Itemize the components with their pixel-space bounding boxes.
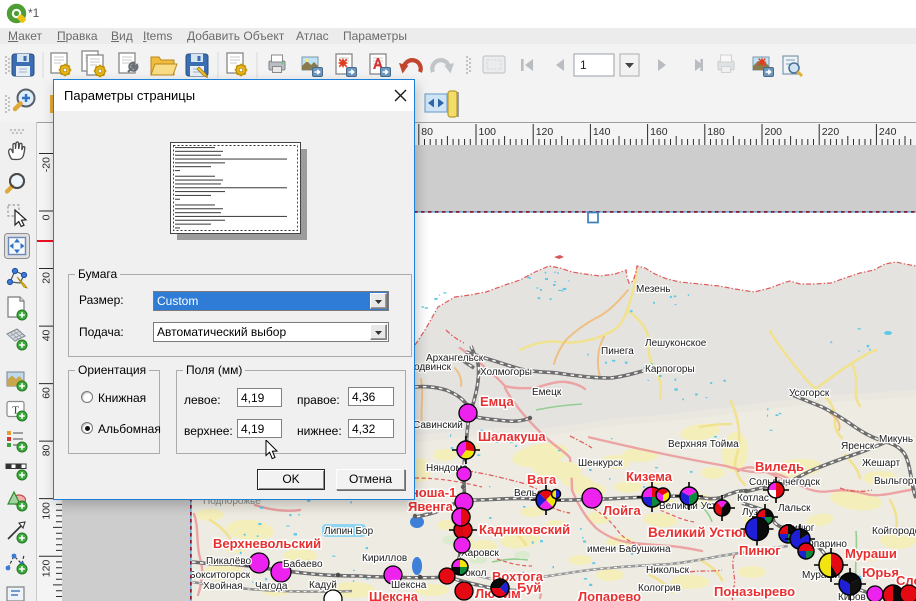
svg-text:240: 240	[879, 126, 897, 138]
svg-text:Юрья: Юрья	[862, 565, 899, 580]
svg-text:Сольвычегодск: Сольвычегодск	[749, 477, 820, 488]
svg-text:Шенкурск: Шенкурск	[578, 458, 623, 469]
svg-text:140: 140	[593, 126, 611, 138]
svg-text:Пинюг: Пинюг	[739, 543, 781, 558]
svg-text:180: 180	[707, 126, 725, 138]
svg-text:Лешуконское: Лешуконское	[645, 338, 707, 349]
svg-text:Шексна: Шексна	[369, 589, 419, 601]
svg-text:Кизема: Кизема	[626, 469, 673, 484]
svg-text:Микунь: Микунь	[879, 434, 913, 445]
svg-text:80: 80	[41, 444, 53, 456]
svg-text:Выльгорт: Выльгорт	[874, 476, 916, 487]
svg-text:Хвойная: Хвойная	[203, 581, 243, 592]
svg-text:Кологрив: Кологрив	[638, 583, 681, 594]
svg-text:100: 100	[479, 126, 497, 138]
svg-text:Верхняя Тойма: Верхняя Тойма	[668, 439, 739, 450]
svg-text:Великий Устюг: Великий Устюг	[648, 525, 748, 540]
svg-text:200: 200	[765, 126, 783, 138]
svg-text:Никольск: Никольск	[646, 565, 690, 576]
svg-text:20: 20	[41, 272, 53, 284]
svg-text:Пикалёво: Пикалёво	[206, 556, 252, 567]
svg-text:0: 0	[41, 214, 53, 220]
svg-text:Кадуй: Кадуй	[309, 580, 337, 591]
svg-text:-20: -20	[41, 157, 53, 172]
svg-text:Мураши: Мураши	[845, 546, 897, 561]
svg-text:Холмогоры: Холмогоры	[480, 367, 532, 378]
svg-text:Верхневольский: Верхневольский	[213, 536, 321, 551]
svg-text:Бабаево: Бабаево	[283, 558, 323, 570]
svg-text:Усогорск: Усогорск	[789, 388, 830, 399]
svg-text:Жешарт: Жешарт	[862, 458, 901, 469]
svg-text:Мезень: Мезень	[636, 284, 671, 295]
svg-text:Лопарево: Лопарево	[578, 589, 641, 601]
svg-text:Явенга: Явенга	[408, 499, 454, 514]
svg-text:Емецк: Емецк	[532, 387, 562, 398]
svg-text:Шалакуша: Шалакуша	[478, 429, 546, 444]
svg-text:120: 120	[41, 560, 53, 578]
svg-text:Карпогоры: Карпогоры	[645, 364, 695, 375]
svg-text:120: 120	[536, 126, 554, 138]
svg-text:1: 1	[580, 58, 587, 72]
svg-text:Котлас: Котлас	[737, 493, 769, 504]
svg-text:Бокситогорск: Бокситогорск	[190, 570, 251, 581]
svg-text:Кадниковский: Кадниковский	[479, 522, 570, 537]
svg-text:Кириллов: Кириллов	[362, 553, 407, 564]
svg-text:Виледь: Виледь	[755, 459, 804, 474]
svg-text:Чагода: Чагода	[255, 581, 288, 592]
svg-text:100: 100	[41, 502, 53, 520]
svg-text:40: 40	[41, 329, 53, 341]
svg-text:Лальск: Лальск	[778, 503, 811, 514]
svg-text:160: 160	[650, 126, 668, 138]
svg-text:Архангельск: Архангельск	[426, 353, 484, 364]
svg-text:имени Бабушкина: имени Бабушкина	[587, 543, 671, 555]
svg-text:Поназырево: Поназырево	[714, 584, 795, 599]
svg-text:Емца: Емца	[480, 394, 514, 409]
svg-text:60: 60	[41, 387, 53, 399]
svg-text:220: 220	[822, 126, 840, 138]
svg-text:Яренск: Яренск	[841, 441, 875, 452]
svg-text:Пинега: Пинега	[601, 346, 634, 357]
svg-text:Вага: Вага	[527, 472, 557, 487]
svg-text:Савинский: Савинский	[413, 420, 463, 431]
svg-text:Лойга: Лойга	[603, 503, 641, 518]
svg-text:Койгородок: Койгородок	[872, 526, 916, 537]
svg-text:Липин Бор: Липин Бор	[324, 526, 374, 537]
svg-text:80: 80	[421, 126, 433, 138]
